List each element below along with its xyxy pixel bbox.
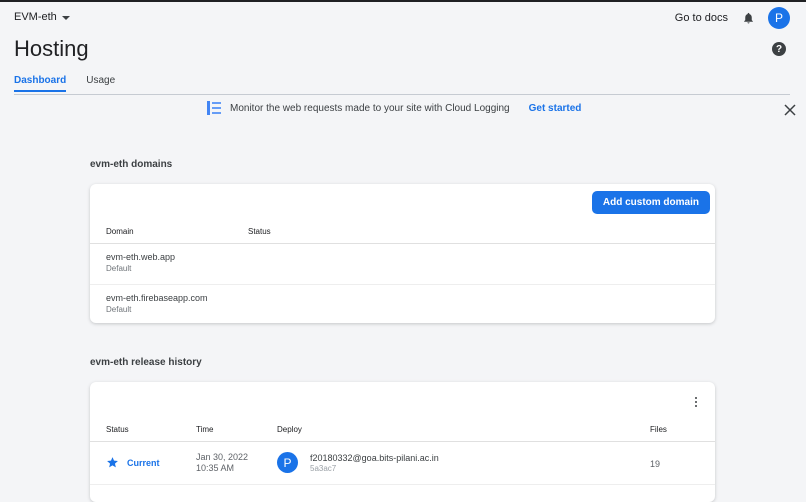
column-header-domain: Domain <box>106 227 134 236</box>
column-header-files: Files <box>650 425 667 434</box>
release-clock: 10:35 AM <box>196 463 235 473</box>
column-header-time: Time <box>196 425 214 434</box>
logging-icon <box>207 101 221 115</box>
release-time: Jan 30, 2022 10:35 AM <box>196 452 248 474</box>
table-row[interactable]: evm-eth.firebaseapp.com Default <box>90 284 715 323</box>
table-row[interactable]: Current Jan 30, 2022 10:35 AM P f2018033… <box>90 442 715 485</box>
release-status: Current <box>127 458 160 468</box>
column-header-status: Status <box>248 227 271 236</box>
header-actions: Go to docs P <box>675 7 790 29</box>
file-count: 19 <box>650 459 661 469</box>
release-history-card: Status Time Deploy Files Current Jan 30,… <box>90 382 715 502</box>
close-icon[interactable] <box>784 103 796 116</box>
tab-usage[interactable]: Usage <box>86 75 115 92</box>
get-started-link[interactable]: Get started <box>529 103 582 114</box>
bell-icon[interactable] <box>740 10 756 26</box>
help-icon[interactable]: ? <box>772 42 786 56</box>
cloud-logging-banner: Monitor the web requests made to your si… <box>207 101 581 115</box>
domain-name: evm-eth.firebaseapp.com <box>106 293 208 303</box>
domains-table-header: Domain Status <box>90 225 715 244</box>
tab-dashboard[interactable]: Dashboard <box>14 75 67 92</box>
go-to-docs-link[interactable]: Go to docs <box>675 12 728 24</box>
page-title: Hosting <box>14 36 89 61</box>
domains-section-title: evm-eth domains <box>90 159 173 170</box>
deploy-hash: 5a3ac7 <box>310 464 337 473</box>
deployer-email: f20180332@goa.bits-pilani.ac.in <box>310 453 439 463</box>
release-section-title: evm-eth release history <box>90 357 202 368</box>
release-date: Jan 30, 2022 <box>196 452 249 462</box>
column-header-status: Status <box>106 425 129 434</box>
chevron-down-icon <box>61 16 70 20</box>
add-custom-domain-button[interactable]: Add custom domain <box>591 191 710 214</box>
star-icon <box>106 456 119 469</box>
table-row[interactable]: evm-eth.web.app Default <box>90 243 715 285</box>
tabs-divider <box>14 94 790 95</box>
banner-message: Monitor the web requests made to your si… <box>230 102 510 114</box>
domains-card: Add custom domain Domain Status evm-eth.… <box>90 184 715 323</box>
avatar: P <box>277 452 298 473</box>
domain-name: evm-eth.web.app <box>106 252 176 262</box>
project-name: EVM-eth <box>14 11 57 23</box>
tab-bar: Dashboard Usage <box>14 75 115 92</box>
release-table-header: Status Time Deploy Files <box>90 423 715 442</box>
project-selector[interactable]: EVM-eth <box>14 11 70 23</box>
user-avatar[interactable]: P <box>768 7 790 29</box>
domain-type: Default <box>106 264 132 273</box>
domain-type: Default <box>106 305 132 314</box>
top-border <box>0 0 806 2</box>
column-header-deploy: Deploy <box>277 425 302 434</box>
more-vert-icon[interactable] <box>693 395 699 409</box>
